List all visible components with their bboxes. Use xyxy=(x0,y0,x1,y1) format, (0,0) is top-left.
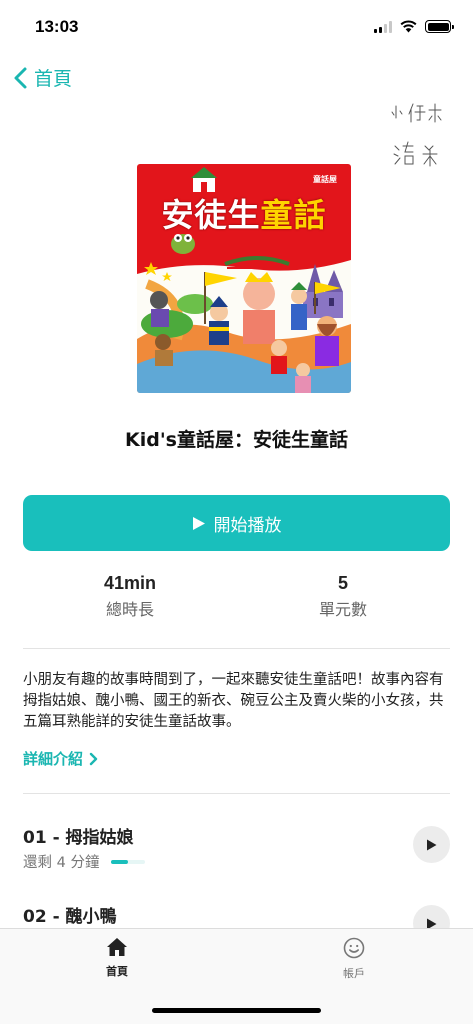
handwritten-signature xyxy=(391,103,442,167)
cover-brand-label: 童話屋 xyxy=(313,175,337,184)
total-duration-value: 41min xyxy=(103,573,157,593)
unit-count-value: 5 xyxy=(337,573,348,593)
total-duration-label: 總時長 xyxy=(105,600,154,619)
smiley-icon xyxy=(343,937,365,959)
tab-account-label: 帳戶 xyxy=(343,967,365,980)
episode-progress-bar xyxy=(111,859,146,864)
total-duration-stat: 41min 總時長 xyxy=(55,573,205,620)
cellular-signal-icon xyxy=(374,20,392,33)
tab-home-label: 首頁 xyxy=(106,965,128,978)
episode-meta: 還剩 4 分鐘 xyxy=(23,851,450,872)
tab-home[interactable]: 首頁 xyxy=(77,937,157,979)
divider xyxy=(23,793,450,794)
cover-title: 安徒生童話 xyxy=(137,190,351,236)
battery-icon xyxy=(425,20,454,33)
episode-play-button[interactable] xyxy=(413,826,450,863)
details-link[interactable]: 詳細介紹 xyxy=(23,748,98,769)
play-icon xyxy=(427,839,437,850)
home-icon xyxy=(107,938,127,956)
back-label: 首頁 xyxy=(34,68,73,90)
cover-title-highlight: 童話 xyxy=(260,196,327,234)
details-link-label: 詳細介紹 xyxy=(23,750,84,768)
episode-row[interactable]: 02 - 醜小鴨 xyxy=(23,902,450,942)
wifi-icon xyxy=(400,20,417,33)
back-button[interactable]: 首頁 xyxy=(12,64,72,91)
book-cover-image: 童話屋 安徒生童話 xyxy=(137,164,351,393)
book-description: 小朋友有趣的故事時間到了，一起來聽安徒生童話吧！故事內容有拇指姑娘、醜小鴨、國王… xyxy=(23,672,444,730)
episode-progress-fill xyxy=(111,859,129,864)
tab-account[interactable]: 帳戶 xyxy=(314,937,394,981)
back-chevron-icon xyxy=(14,67,27,88)
status-bar: 13:03 xyxy=(0,0,473,58)
start-playback-button[interactable]: 開始播放 xyxy=(23,495,450,551)
play-icon xyxy=(192,516,205,530)
unit-count-stat: 5 單元數 xyxy=(268,573,418,620)
episode-title: 02 - 醜小鴨 xyxy=(23,907,117,927)
home-indicator xyxy=(152,1008,321,1013)
cover-title-main: 安徒生 xyxy=(161,196,261,234)
episode-title: 01 - 拇指姑娘 xyxy=(23,828,134,848)
status-icons xyxy=(374,20,454,33)
episode-row[interactable]: 01 - 拇指姑娘 還剩 4 分鐘 xyxy=(23,823,450,872)
chevron-right-icon xyxy=(89,752,98,765)
book-title: Kid's童話屋：安徒生童話 xyxy=(125,429,348,451)
divider xyxy=(23,648,450,649)
unit-count-label: 單元數 xyxy=(318,600,367,619)
status-time: 13:03 xyxy=(35,17,79,36)
start-playback-label: 開始播放 xyxy=(213,515,282,536)
episode-remaining: 還剩 4 分鐘 xyxy=(23,855,100,871)
